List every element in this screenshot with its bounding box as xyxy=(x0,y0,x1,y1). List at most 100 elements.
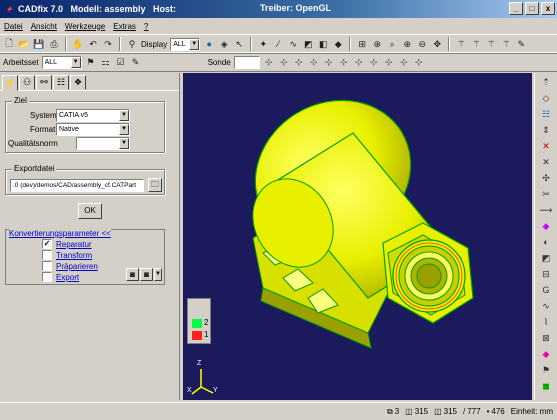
conversion-params-link[interactable]: Konvertierungsparameter << xyxy=(9,229,111,238)
transform-checkbox[interactable] xyxy=(42,250,52,260)
undo-icon[interactable]: ↶ xyxy=(87,38,99,50)
browse-button[interactable]: 🗀 xyxy=(148,178,162,192)
option-export[interactable]: Export xyxy=(42,272,98,282)
flag-icon[interactable]: ⚑ xyxy=(538,363,554,377)
wand-4-icon[interactable]: ⚚ xyxy=(500,38,512,50)
probe-11-icon[interactable]: ⊹ xyxy=(413,56,425,68)
repair-label[interactable]: Reparatur xyxy=(56,240,92,249)
sweep-icon[interactable]: ◐ xyxy=(538,235,554,249)
probe-1-icon[interactable]: ⊹ xyxy=(263,56,275,68)
mesh-icon[interactable]: ⊠ xyxy=(538,331,554,345)
tool-a-button[interactable]: ◙ xyxy=(126,268,139,281)
cursor-icon[interactable]: ↖ xyxy=(233,38,245,50)
arrows-icon[interactable]: ⇡ xyxy=(538,75,554,89)
zoom-out-icon[interactable]: ⊖ xyxy=(416,38,428,50)
point-icon[interactable]: ✦ xyxy=(257,38,269,50)
save-icon[interactable]: 💾 xyxy=(33,38,45,50)
system-select[interactable]: CATIA v5 ▼ xyxy=(56,109,130,122)
edit-icon[interactable]: ✎ xyxy=(130,56,142,68)
group-g-icon[interactable]: G xyxy=(538,283,554,297)
zoom-icon[interactable]: ⌕ xyxy=(386,38,398,50)
quality-select[interactable]: ▼ xyxy=(76,137,130,150)
tab-lightning[interactable]: ⚡ xyxy=(2,75,18,91)
option-transform[interactable]: Transform xyxy=(42,250,98,260)
probe-6-icon[interactable]: ⊹ xyxy=(338,56,350,68)
new-file-icon[interactable]: 🗋 xyxy=(3,38,15,50)
tab-tree[interactable]: ⚇ xyxy=(19,75,35,90)
surface-icon[interactable]: ◩ xyxy=(302,38,314,50)
probe-3-icon[interactable]: ⊹ xyxy=(293,56,305,68)
probe-10-icon[interactable]: ⊹ xyxy=(398,56,410,68)
tab-settings[interactable]: ☷ xyxy=(53,75,69,90)
line-icon[interactable]: ⁄ xyxy=(272,38,284,50)
merge-icon[interactable]: ✣ xyxy=(538,171,554,185)
stack-icon[interactable]: ⊟ xyxy=(538,267,554,281)
curve-tool-icon[interactable]: ∿ xyxy=(538,299,554,313)
trim-icon[interactable]: ✂ xyxy=(538,187,554,201)
select-icon[interactable]: ✋ xyxy=(72,38,84,50)
tab-graph[interactable]: ❖ xyxy=(70,75,86,90)
print-icon[interactable]: ⎙ xyxy=(48,38,60,50)
export-checkbox[interactable] xyxy=(42,272,52,282)
spline-icon[interactable]: ⌇ xyxy=(538,315,554,329)
check-icon[interactable]: ☑ xyxy=(115,56,127,68)
zoom-in-icon[interactable]: ⊕ xyxy=(401,38,413,50)
ok-button[interactable]: OK xyxy=(78,203,102,219)
globe-icon[interactable]: ● xyxy=(203,38,215,50)
group-icon[interactable]: ⚏ xyxy=(100,56,112,68)
option-repair[interactable]: ✓ Reparatur xyxy=(42,239,98,249)
fill-icon[interactable]: ◆ xyxy=(538,219,554,233)
wand-1-icon[interactable]: ⚚ xyxy=(455,38,467,50)
repair-checkbox[interactable]: ✓ xyxy=(42,239,52,249)
maximize-button[interactable]: □ xyxy=(525,2,539,15)
option-prepare[interactable]: Präparieren xyxy=(42,261,98,271)
workset-combo[interactable]: ALL ▼ xyxy=(41,55,82,69)
prepare-checkbox[interactable] xyxy=(42,261,52,271)
tool-b-button[interactable]: ◙ xyxy=(140,268,153,281)
menu-werkzeuge[interactable]: Werkzeuge xyxy=(65,22,105,31)
probe-2-icon[interactable]: ⊹ xyxy=(278,56,290,68)
menu-help[interactable]: ? xyxy=(144,22,148,31)
delete-icon[interactable]: ✕ xyxy=(538,139,554,153)
prepare-label[interactable]: Präparieren xyxy=(56,262,98,271)
zoom-window-icon[interactable]: ⊕ xyxy=(371,38,383,50)
tool-dropdown-button[interactable]: ▼ xyxy=(154,268,162,281)
shell-icon[interactable]: ◆ xyxy=(332,38,344,50)
probe-8-icon[interactable]: ⊹ xyxy=(368,56,380,68)
probe-7-icon[interactable]: ⊹ xyxy=(353,56,365,68)
open-folder-icon[interactable]: 📂 xyxy=(18,38,30,50)
probe-4-icon[interactable]: ⊹ xyxy=(308,56,320,68)
pan-icon[interactable]: ✥ xyxy=(431,38,443,50)
binoculars-icon[interactable]: ⚲ xyxy=(126,38,138,50)
export-label[interactable]: Export xyxy=(56,273,79,282)
3d-viewport[interactable]: 2 1 Z X Y xyxy=(183,73,532,400)
scroll-arrows-icon[interactable]: ⇕ xyxy=(538,123,554,137)
transform-label[interactable]: Transform xyxy=(56,251,92,260)
probe-5-icon[interactable]: ⊹ xyxy=(323,56,335,68)
shape-icon[interactable]: ◩ xyxy=(538,251,554,265)
wand-3-icon[interactable]: ⚚ xyxy=(485,38,497,50)
zoom-fit-icon[interactable]: ⊞ xyxy=(356,38,368,50)
diamond-arrows-icon[interactable]: ◇ xyxy=(538,91,554,105)
layers-icon[interactable]: ◈ xyxy=(218,38,230,50)
tab-pipeline[interactable]: ⚯ xyxy=(36,75,52,90)
pink-tool-icon[interactable]: ◆ xyxy=(538,347,554,361)
solid-icon[interactable]: ◧ xyxy=(317,38,329,50)
filter-icon[interactable]: ⚑ xyxy=(85,56,97,68)
wand-2-icon[interactable]: ⚚ xyxy=(470,38,482,50)
probe-field[interactable] xyxy=(233,55,260,69)
menu-datei[interactable]: Datei xyxy=(4,22,23,31)
probe-9-icon[interactable]: ⊹ xyxy=(383,56,395,68)
close-button[interactable]: x xyxy=(541,2,555,15)
format-select[interactable]: Native ▼ xyxy=(56,123,130,136)
menu-extras[interactable]: Extras xyxy=(113,22,136,31)
menu-ansicht[interactable]: Ansicht xyxy=(31,22,57,31)
redo-icon[interactable]: ↷ xyxy=(102,38,114,50)
green-tool-icon[interactable]: ◼ xyxy=(538,379,554,393)
offset-icon[interactable]: ⟿ xyxy=(538,203,554,217)
minimize-button[interactable]: _ xyxy=(509,2,523,15)
brush-icon[interactable]: ✎ xyxy=(515,38,527,50)
grid-icon[interactable]: ☷ xyxy=(538,107,554,121)
display-combo[interactable]: ALL ▼ xyxy=(170,37,201,51)
curve-icon[interactable]: ∿ xyxy=(287,38,299,50)
